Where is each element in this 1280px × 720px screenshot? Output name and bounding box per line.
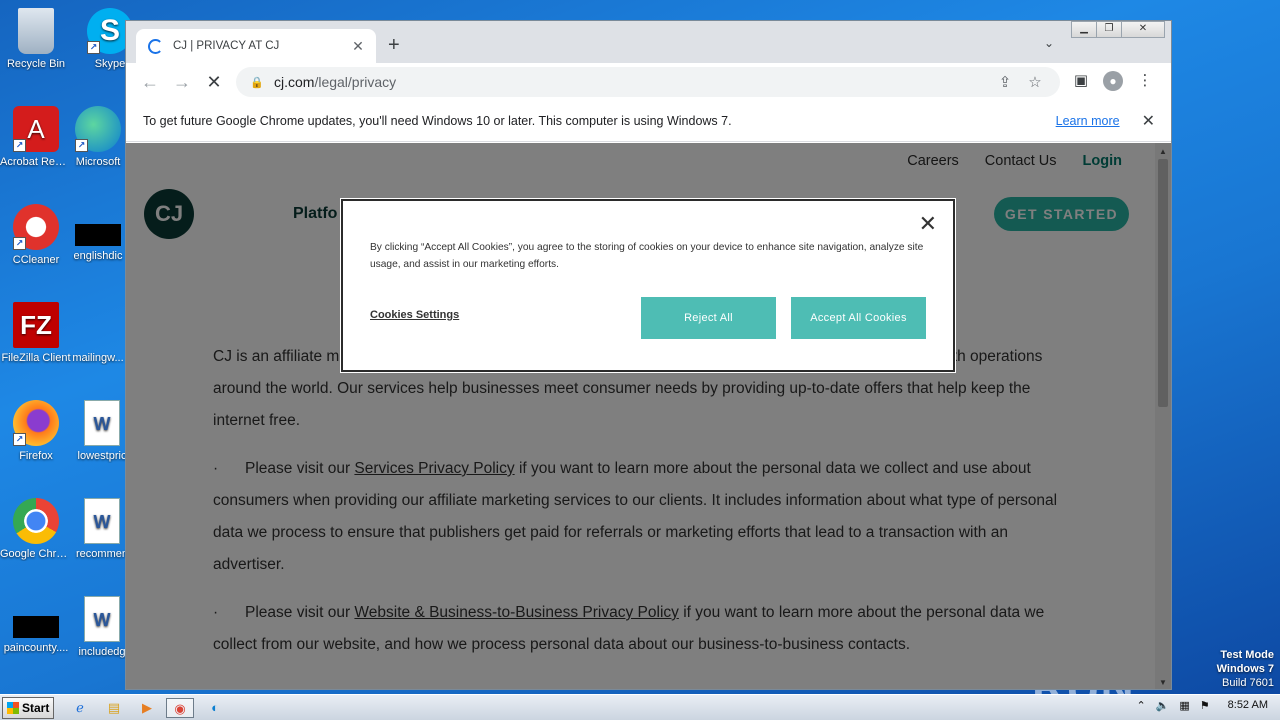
address-bar[interactable]: 🔒 cj.com/legal/privacy ⇪ ☆ xyxy=(236,67,1060,97)
desktop-icon-label: Firefox xyxy=(19,450,53,462)
desktop-icon-paincounty[interactable]: paincounty.... xyxy=(0,596,72,655)
taskbar-edge-icon[interactable]: ◐ xyxy=(201,698,229,718)
desktop-icon-recycle-bin[interactable]: Recycle Bin xyxy=(0,8,72,71)
tab-strip: CJ | PRIVACY AT CJ ✕ + ⌄ ▁ ❐ ✕ xyxy=(126,21,1171,63)
taskbar-media-player-icon[interactable]: ▶ xyxy=(133,698,161,718)
system-tray: ⌃ 🔈 ▦ ⚑ 8:52 AM xyxy=(1126,699,1274,712)
chrome-icon xyxy=(13,498,59,544)
side-panel-icon[interactable]: ▣ xyxy=(1065,71,1097,91)
shortcut-arrow-icon: ↗ xyxy=(13,139,26,152)
recycle-bin-icon xyxy=(18,8,54,54)
word-doc-icon: W xyxy=(84,498,120,544)
file-icon xyxy=(13,616,59,638)
cookie-close-icon[interactable]: ✕ xyxy=(919,211,937,237)
file-icon xyxy=(75,302,121,348)
filezilla-icon: FZ xyxy=(13,302,59,348)
start-label: Start xyxy=(22,701,50,715)
desktop-icon-englishdic[interactable]: englishdic xyxy=(62,204,134,263)
back-button[interactable]: ← xyxy=(134,72,166,93)
firefox-icon: ↗ xyxy=(13,400,59,446)
url-host: cj.com xyxy=(274,74,315,90)
toolbar-right: ▣ ● ⋮ xyxy=(1065,71,1161,91)
window-controls: ▁ ❐ ✕ xyxy=(1071,21,1165,38)
test-mode-build: Build 7601 xyxy=(1222,677,1274,689)
reject-all-button[interactable]: Reject All xyxy=(641,297,776,339)
new-tab-button[interactable]: + xyxy=(388,35,400,55)
taskbar-explorer-icon[interactable]: ▤ xyxy=(100,698,128,718)
windows-logo-icon xyxy=(7,702,19,714)
browser-tab[interactable]: CJ | PRIVACY AT CJ ✕ xyxy=(136,29,376,63)
shortcut-arrow-icon: ↗ xyxy=(13,433,26,446)
share-icon[interactable]: ⇪ xyxy=(990,73,1020,91)
test-mode-os: Windows 7 xyxy=(1216,663,1274,675)
update-infobar: To get future Google Chrome updates, you… xyxy=(126,101,1171,142)
tab-close-icon[interactable]: ✕ xyxy=(350,38,366,55)
taskbar: Start ℯ ▤ ▶ ◉ ◐ ⌃ 🔈 ▦ ⚑ 8:52 AM xyxy=(0,694,1280,720)
cookie-consent-dialog: ✕ By clicking “Accept All Cookies”, you … xyxy=(341,199,955,372)
infobar-close-icon[interactable]: ✕ xyxy=(1142,111,1155,131)
edge-icon: ↗ xyxy=(75,106,121,152)
url-path: /legal/privacy xyxy=(314,74,397,90)
browser-toolbar: ← → ✕ 🔒 cj.com/legal/privacy ⇪ ☆ ▣ ● ⋮ xyxy=(126,63,1171,101)
desktop-icon-label: paincounty.... xyxy=(3,642,69,654)
stop-loading-button[interactable]: ✕ xyxy=(198,72,230,93)
forward-button[interactable]: → xyxy=(166,72,198,93)
word-doc-icon: W xyxy=(84,400,120,446)
volume-icon[interactable]: 🔈 xyxy=(1156,699,1170,712)
cookie-text: By clicking “Accept All Cookies”, you ag… xyxy=(370,242,924,270)
file-icon xyxy=(75,224,121,246)
url-text[interactable]: cj.com/legal/privacy xyxy=(274,74,990,90)
infobar-message: To get future Google Chrome updates, you… xyxy=(143,114,732,128)
clock[interactable]: 8:52 AM xyxy=(1228,699,1268,712)
shortcut-arrow-icon: ↗ xyxy=(13,237,26,250)
test-mode-line: Test Mode xyxy=(1220,649,1274,661)
network-icon[interactable]: ▦ xyxy=(1179,699,1189,712)
chrome-menu-icon[interactable]: ⋮ xyxy=(1129,71,1161,91)
loading-spinner-icon xyxy=(148,38,163,54)
shortcut-arrow-icon: ↗ xyxy=(75,139,88,152)
tab-title: CJ | PRIVACY AT CJ xyxy=(173,40,280,52)
desktop-icon-firefox[interactable]: ↗ Firefox xyxy=(0,400,72,463)
window-close-button[interactable]: ✕ xyxy=(1121,21,1165,38)
minimize-button[interactable]: ▁ xyxy=(1071,21,1097,38)
desktop-icon-label: Google Chrome xyxy=(0,548,72,560)
learn-more-link[interactable]: Learn more xyxy=(1056,114,1120,128)
desktop-icon-mailingw[interactable]: mailingw... xyxy=(62,302,134,365)
desktop-icon-label: mailingw... xyxy=(72,352,124,364)
maximize-button[interactable]: ❐ xyxy=(1096,21,1122,38)
desktop-icon-edge[interactable]: ↗ Microsoft xyxy=(62,106,134,169)
bookmark-star-icon[interactable]: ☆ xyxy=(1020,73,1050,91)
ccleaner-icon: ↗ xyxy=(13,204,59,250)
cookies-settings-link[interactable]: Cookies Settings xyxy=(370,309,459,321)
desktop-icon-label: englishdic xyxy=(73,250,123,262)
desktop-icon-chrome[interactable]: Google Chrome xyxy=(0,498,72,561)
desktop-icon-label: Recycle Bin xyxy=(6,58,66,70)
start-button[interactable]: Start xyxy=(2,697,54,719)
shortcut-arrow-icon: ↗ xyxy=(87,41,100,54)
desktop-icon-label: Microsoft xyxy=(75,156,121,168)
word-doc-icon: W xyxy=(84,596,120,642)
profile-avatar-icon[interactable]: ● xyxy=(1103,71,1123,91)
lock-icon[interactable]: 🔒 xyxy=(250,76,264,89)
chrome-window: CJ | PRIVACY AT CJ ✕ + ⌄ ▁ ❐ ✕ ← → ✕ 🔒 c… xyxy=(125,20,1172,690)
tab-search-icon[interactable]: ⌄ xyxy=(1044,36,1054,50)
accept-all-cookies-button[interactable]: Accept All Cookies xyxy=(791,297,926,339)
test-mode-notice: Test Mode Windows 7 Build 7601 xyxy=(1217,648,1274,690)
tray-expand-icon[interactable]: ⌃ xyxy=(1136,699,1145,712)
taskbar-ie-icon[interactable]: ℯ xyxy=(66,698,94,718)
action-center-flag-icon[interactable]: ⚑ xyxy=(1200,699,1210,712)
acrobat-icon: A ↗ xyxy=(13,106,59,152)
taskbar-chrome-icon[interactable]: ◉ xyxy=(166,698,194,718)
